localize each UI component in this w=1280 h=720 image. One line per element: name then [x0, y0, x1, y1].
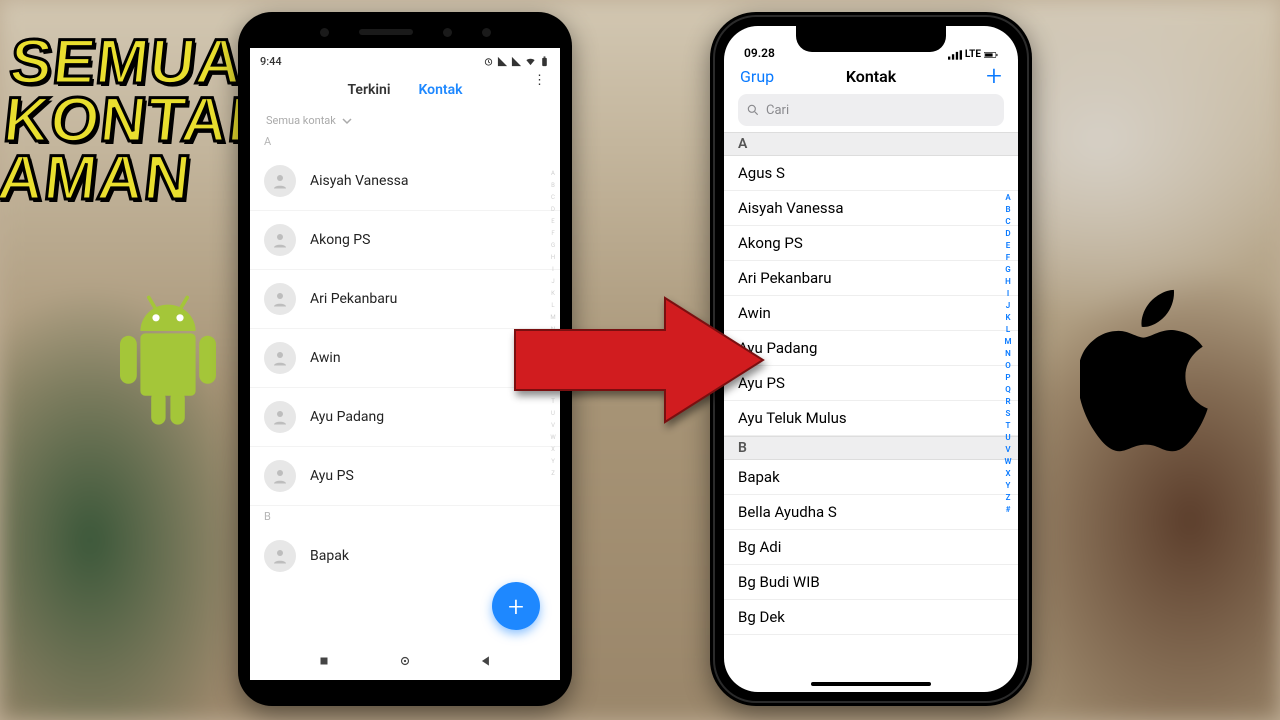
chevron-down-icon	[342, 116, 352, 126]
ios-index-scrubber[interactable]: ABCDEFGHIJKLMNOPQRSTUVWXYZ#	[1002, 192, 1014, 516]
add-contact-fab[interactable]: +	[492, 582, 540, 630]
signal-icon	[511, 56, 522, 67]
search-placeholder: Cari	[766, 103, 789, 118]
avatar-icon	[264, 165, 296, 197]
wifi-icon	[525, 56, 536, 67]
contact-name: Ayu Padang	[310, 409, 384, 425]
android-tab-bar: Terkini Kontak ⋮	[250, 74, 560, 106]
tab-contacts[interactable]: Kontak	[418, 82, 462, 98]
contact-row[interactable]: Bapak	[724, 460, 1018, 495]
avatar-icon	[264, 540, 296, 572]
arrow-icon	[505, 290, 775, 430]
contact-row[interactable]: Akong PS	[250, 210, 560, 269]
contact-row[interactable]: Aisyah Vanessa	[250, 152, 560, 210]
contact-name: Awin	[310, 350, 341, 366]
android-nav-bar	[250, 646, 560, 680]
contact-name: Aisyah Vanessa	[310, 173, 409, 189]
contact-row[interactable]: Aisyah Vanessa	[724, 191, 1018, 226]
add-contact-button[interactable]: +	[986, 66, 1002, 86]
avatar-icon	[264, 460, 296, 492]
section-header: A	[724, 132, 1018, 156]
search-icon	[746, 103, 760, 117]
android-logo-icon	[108, 280, 228, 434]
signal-icon	[497, 56, 508, 67]
alarm-icon	[483, 56, 494, 67]
android-status-bar: 9:44	[250, 48, 560, 74]
section-header: A	[250, 131, 560, 152]
contact-name: Ayu PS	[310, 468, 354, 484]
android-status-icons	[483, 56, 550, 67]
headline-line3: AMAN	[0, 150, 272, 208]
notch	[796, 26, 946, 52]
avatar-icon	[264, 342, 296, 374]
overflow-menu-icon[interactable]: ⋮	[533, 78, 546, 83]
apple-logo-icon	[1080, 288, 1220, 462]
nav-back-icon[interactable]	[479, 654, 493, 672]
avatar-icon	[264, 401, 296, 433]
android-status-time: 9:44	[260, 55, 282, 68]
groups-button[interactable]: Grup	[740, 67, 774, 86]
contact-row[interactable]: Akong PS	[724, 226, 1018, 261]
nav-recents-icon[interactable]	[317, 654, 331, 672]
headline-line2: KONTAK	[1, 92, 278, 150]
contact-row[interactable]: Bg Adi	[724, 530, 1018, 565]
battery-icon	[984, 50, 998, 60]
battery-icon	[539, 56, 550, 67]
filter-label: Semua kontak	[266, 114, 336, 127]
contact-row[interactable]: Ayu PS	[250, 446, 560, 505]
contact-name: Ari Pekanbaru	[310, 291, 397, 307]
avatar-icon	[264, 224, 296, 256]
home-indicator[interactable]	[811, 682, 931, 686]
search-field[interactable]: Cari	[738, 94, 1004, 126]
tab-recent[interactable]: Terkini	[347, 82, 390, 98]
contacts-filter[interactable]: Semua kontak	[250, 106, 560, 131]
contact-row[interactable]: Bg Dek	[724, 600, 1018, 635]
avatar-icon	[264, 283, 296, 315]
ios-status-time: 09.28	[744, 46, 775, 60]
contact-row[interactable]: Bg Budi WIB	[724, 565, 1018, 600]
cell-signal-icon	[948, 50, 962, 60]
contact-row[interactable]: Bella Ayudha S	[724, 495, 1018, 530]
contact-row[interactable]: Bapak	[250, 527, 560, 585]
section-header: B	[250, 505, 560, 527]
contact-row[interactable]: Agus S	[724, 156, 1018, 191]
contact-name: Bapak	[310, 548, 349, 564]
network-label: LTE	[965, 49, 981, 60]
ios-nav-bar: Grup Kontak +	[724, 62, 1018, 92]
contact-name: Akong PS	[310, 232, 370, 248]
nav-home-icon[interactable]	[398, 654, 412, 672]
section-header: B	[724, 436, 1018, 460]
